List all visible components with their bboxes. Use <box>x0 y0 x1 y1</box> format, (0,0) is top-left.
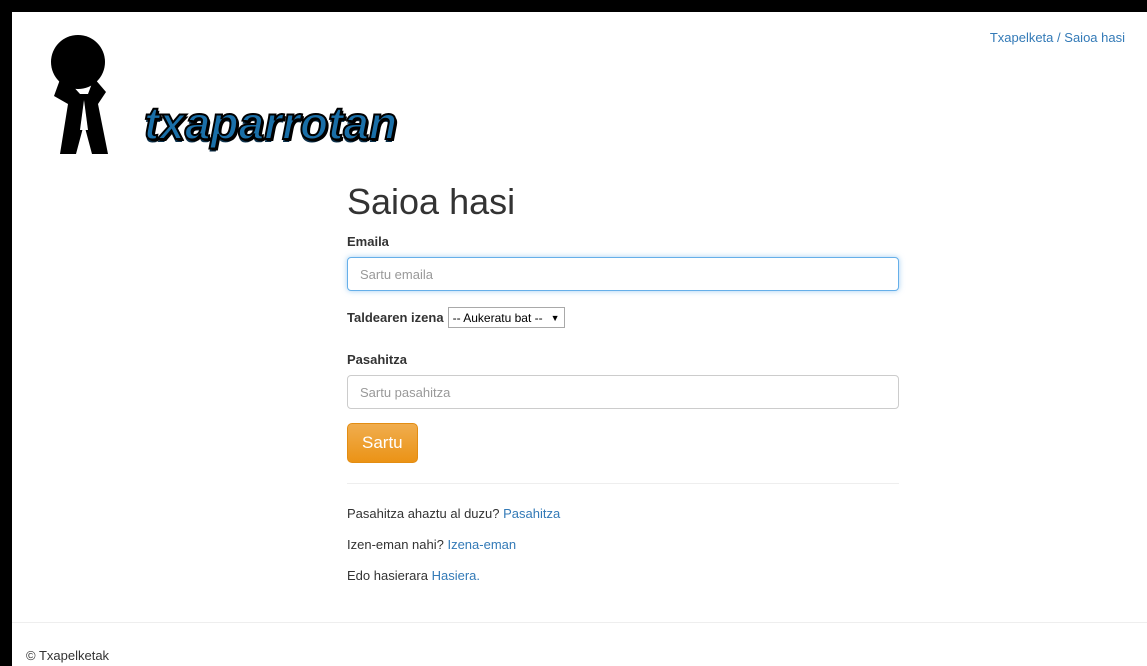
password-label: Pasahitza <box>347 352 407 367</box>
person-lifting-ball-icon <box>51 35 108 154</box>
home-line: Edo hasierara Hasiera. <box>347 566 899 586</box>
register-link[interactable]: Izena-eman <box>447 537 516 552</box>
team-select[interactable]: -- Aukeratu bat -- ▼ <box>447 307 565 328</box>
forgot-password-text: Pasahitza ahaztu al duzu? <box>347 506 500 521</box>
breadcrumb: Txapelketa / Saioa hasi <box>990 30 1125 45</box>
password-field[interactable] <box>347 375 899 409</box>
breadcrumb-current: Saioa hasi <box>1064 30 1125 45</box>
submit-button[interactable]: Sartu <box>347 423 418 463</box>
register-line: Izen-eman nahi? Izena-eman <box>347 535 899 555</box>
forgot-password-link[interactable]: Pasahitza <box>503 506 560 521</box>
team-label: Taldearen izena <box>347 310 444 325</box>
register-text: Izen-eman nahi? <box>347 537 444 552</box>
footer-divider <box>12 622 1147 623</box>
logo-text: txaparrotan <box>143 96 398 150</box>
chevron-down-icon: ▼ <box>550 312 560 323</box>
home-link[interactable]: Hasiera. <box>432 568 480 583</box>
page: Txapelketa / Saioa hasi txaparrotan Saio… <box>12 12 1147 666</box>
page-title: Saioa hasi <box>347 181 516 222</box>
footer-copyright: © Txapelketak <box>26 648 110 663</box>
home-text: Edo hasierara <box>347 568 428 583</box>
email-label: Emaila <box>347 234 389 249</box>
logo[interactable]: txaparrotan <box>40 34 460 174</box>
breadcrumb-separator: / <box>1057 30 1061 45</box>
divider <box>347 483 899 484</box>
email-field[interactable] <box>347 257 899 291</box>
login-form: Saioa hasi Emaila Taldearen izena -- Auk… <box>347 182 899 597</box>
team-select-value: -- Aukeratu bat -- <box>452 310 543 325</box>
forgot-password-line: Pasahitza ahaztu al duzu? Pasahitza <box>347 504 899 524</box>
breadcrumb-parent-link[interactable]: Txapelketa <box>990 30 1054 45</box>
team-row: Taldearen izena -- Aukeratu bat -- ▼ <box>347 307 899 328</box>
